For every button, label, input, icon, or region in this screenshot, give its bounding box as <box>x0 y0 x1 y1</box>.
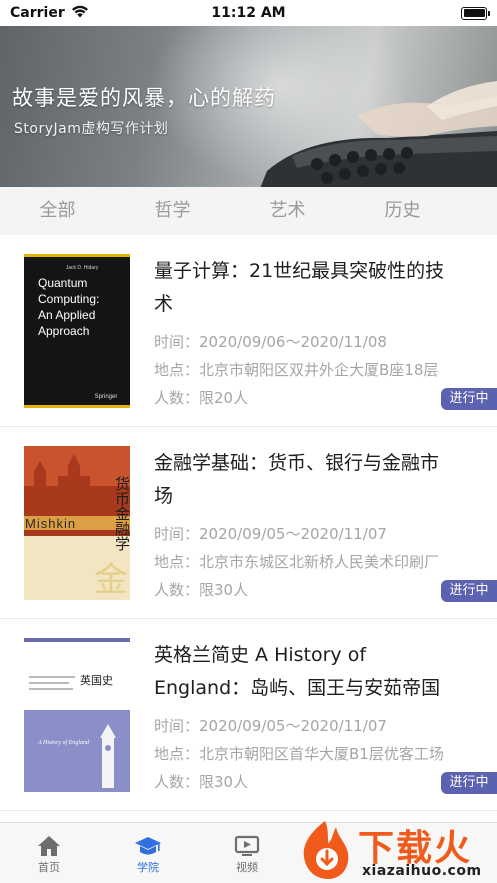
battery-icon <box>461 6 490 20</box>
svg-text:英国史: 英国史 <box>80 673 113 687</box>
video-icon <box>217 833 277 859</box>
event-time: 时间：2020/09/06～2020/11/08 <box>154 333 387 351</box>
event-place: 地点：北京市东城区北新桥人民美术印刷厂 <box>154 553 440 571</box>
tabbar-video-label: 视频 <box>236 861 258 874</box>
tab-philosophy[interactable]: 哲学 <box>115 187 230 235</box>
carrier-label: Carrier <box>10 5 65 21</box>
status-badge: 进行中 <box>441 772 497 794</box>
event-time: 时间：2020/09/05～2020/11/07 <box>154 525 387 543</box>
event-item[interactable]: 英国史 A History of England 英格兰简史 A History… <box>0 619 497 811</box>
event-list: Jack D. Hidary Quantum Computing: An App… <box>0 235 497 811</box>
tabbar-video[interactable]: 视频 <box>217 833 277 875</box>
event-capacity: 人数：限30人 <box>154 581 249 599</box>
event-title: 量子计算：21世纪最具突破性的技术 <box>154 260 445 315</box>
svg-text:An Applied: An Applied <box>38 308 95 322</box>
event-capacity: 人数：限30人 <box>154 773 249 791</box>
book-cover-image: Jack D. Hidary Quantum Computing: An App… <box>24 254 130 408</box>
svg-text:Quantum: Quantum <box>38 276 87 290</box>
banner-subtitle: StoryJam虚构写作计划 <box>14 121 169 137</box>
event-place: 地点：北京市朝阳区首华大厦B1层优客工场 <box>154 745 444 763</box>
banner-title: 故事是爱的风暴，心的解药 <box>12 86 276 110</box>
tab-all[interactable]: 全部 <box>0 187 115 235</box>
watermark-url: xiazaihuo.com <box>362 863 482 879</box>
graduation-cap-icon <box>118 833 178 859</box>
event-capacity: 人数：限20人 <box>154 389 249 407</box>
event-title: 英格兰简史 A History of England：岛屿、国王与安茹帝国 <box>154 644 441 699</box>
event-item[interactable]: Jack D. Hidary Quantum Computing: An App… <box>0 235 497 427</box>
event-place: 地点：北京市朝阳区双井外企大厦B座18层 <box>154 361 439 379</box>
event-item[interactable]: Mishkin 货币金融学 金 金融学基础：货币、银行与金融市场 时间：2020… <box>0 427 497 619</box>
category-tabs: 全部 哲学 艺术 历史 <box>0 187 497 235</box>
status-badge: 进行中 <box>441 388 497 410</box>
svg-text:Mishkin: Mishkin <box>25 516 76 531</box>
tabbar-home-label: 首页 <box>38 861 60 874</box>
svg-text:Springer: Springer <box>95 394 118 400</box>
watermark-logo: 下载火 xiazaihuo.com <box>292 817 497 883</box>
svg-text:货币金融学: 货币金融学 <box>113 476 130 551</box>
event-time: 时间：2020/09/05～2020/11/07 <box>154 717 387 735</box>
tabbar-home[interactable]: 首页 <box>19 833 79 875</box>
book-cover-image: Mishkin 货币金融学 金 <box>24 446 130 600</box>
flame-logo-icon <box>303 821 349 879</box>
svg-text:金: 金 <box>94 560 128 600</box>
tabbar-academy-label: 学院 <box>137 861 159 874</box>
svg-text:A History of England: A History of England <box>37 739 90 746</box>
svg-text:Jack D. Hidary: Jack D. Hidary <box>66 265 99 271</box>
wifi-icon <box>71 5 89 22</box>
tab-art[interactable]: 艺术 <box>230 187 345 235</box>
banner-carousel[interactable]: 故事是爱的风暴，心的解药 StoryJam虚构写作计划 <box>0 26 497 187</box>
tab-history[interactable]: 历史 <box>345 187 460 235</box>
svg-text:Approach: Approach <box>38 324 89 338</box>
home-icon <box>19 833 79 859</box>
tabbar-academy[interactable]: 学院 <box>118 833 178 875</box>
svg-text:Computing:: Computing: <box>38 292 99 306</box>
status-bar: Carrier 11:12 AM <box>0 0 497 26</box>
book-cover-image: 英国史 A History of England <box>24 638 130 792</box>
event-title: 金融学基础：货币、银行与金融市场 <box>154 452 440 507</box>
status-badge: 进行中 <box>441 580 497 602</box>
